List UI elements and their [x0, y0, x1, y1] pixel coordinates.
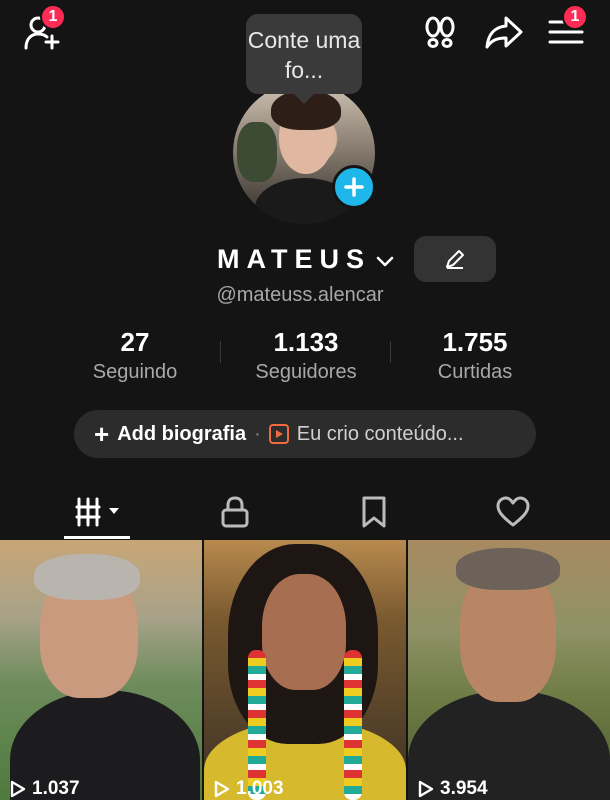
- thumbnail-face: [262, 574, 346, 690]
- add-photo-button[interactable]: [332, 165, 376, 209]
- stat-value: 1.133: [273, 327, 339, 357]
- pencil-icon: [446, 250, 464, 269]
- name-row: MATEUS: [0, 236, 610, 284]
- menu-badge: 1: [562, 4, 588, 30]
- tab-private[interactable]: [165, 484, 305, 540]
- lock-icon: [221, 496, 249, 528]
- display-name[interactable]: MATEUS: [217, 244, 371, 275]
- bookmark-icon: [362, 496, 386, 528]
- view-count: 1.003: [214, 778, 284, 800]
- stat-followers[interactable]: 1.133 Seguidores: [221, 327, 391, 384]
- view-count-value: 1.003: [236, 778, 284, 799]
- view-count-value: 1.037: [32, 778, 80, 799]
- footprints-icon: [425, 16, 455, 48]
- share-icon: [485, 16, 523, 49]
- status-tooltip[interactable]: Conte uma fo...: [246, 14, 362, 104]
- tab-saved[interactable]: [304, 484, 444, 540]
- video-grid: 1.037 1.003 3.954: [0, 540, 610, 800]
- stat-following[interactable]: 27 Seguindo: [50, 327, 220, 384]
- play-icon: [214, 780, 230, 798]
- view-count-value: 3.954: [440, 778, 488, 799]
- share-profile-button[interactable]: [484, 12, 524, 52]
- profile-stats: 27 Seguindo 1.133 Seguidores 1.755 Curti…: [0, 327, 610, 387]
- stat-value: 1.755: [442, 327, 508, 357]
- play-icon: [10, 780, 26, 798]
- chevron-down-icon[interactable]: [374, 250, 396, 272]
- plus-icon: [344, 177, 364, 197]
- creator-category: Eu crio conteúdo...: [296, 422, 464, 445]
- edit-profile-button[interactable]: [414, 236, 496, 282]
- stat-label: Seguindo: [92, 361, 178, 383]
- play-icon: [268, 424, 289, 444]
- thumbnail-hair: [34, 554, 140, 600]
- tab-liked[interactable]: [443, 484, 583, 540]
- stat-value: 27: [120, 327, 150, 357]
- stat-likes[interactable]: 1.755 Curtidas: [390, 327, 560, 384]
- play-icon: [418, 780, 434, 798]
- thumbnail-hair: [456, 548, 560, 590]
- profile-views-button[interactable]: [420, 12, 460, 52]
- video-thumbnail[interactable]: 1.003: [204, 540, 406, 800]
- view-count: 1.037: [10, 778, 80, 800]
- bio-separator: ·: [254, 422, 261, 445]
- active-tab-indicator: [64, 536, 130, 539]
- video-thumbnail[interactable]: 3.954: [408, 540, 610, 800]
- stat-label: Seguidores: [255, 361, 357, 383]
- videos-grid-icon: [75, 497, 119, 527]
- tab-videos[interactable]: [30, 484, 170, 540]
- earring: [344, 650, 362, 800]
- add-bio-button[interactable]: + Add biografia · Eu crio conteúdo...: [74, 410, 536, 458]
- video-thumbnail[interactable]: 1.037: [0, 540, 202, 800]
- plus-icon: +: [94, 419, 110, 449]
- view-count: 3.954: [418, 778, 488, 800]
- heart-icon: [496, 496, 530, 527]
- add-bio-label: Add biografia: [117, 422, 247, 445]
- profile-tabs: [0, 484, 610, 540]
- add-friends-badge: 1: [40, 4, 66, 30]
- stat-label: Curtidas: [437, 361, 513, 383]
- profile-handle: @mateuss.alencar: [216, 284, 384, 306]
